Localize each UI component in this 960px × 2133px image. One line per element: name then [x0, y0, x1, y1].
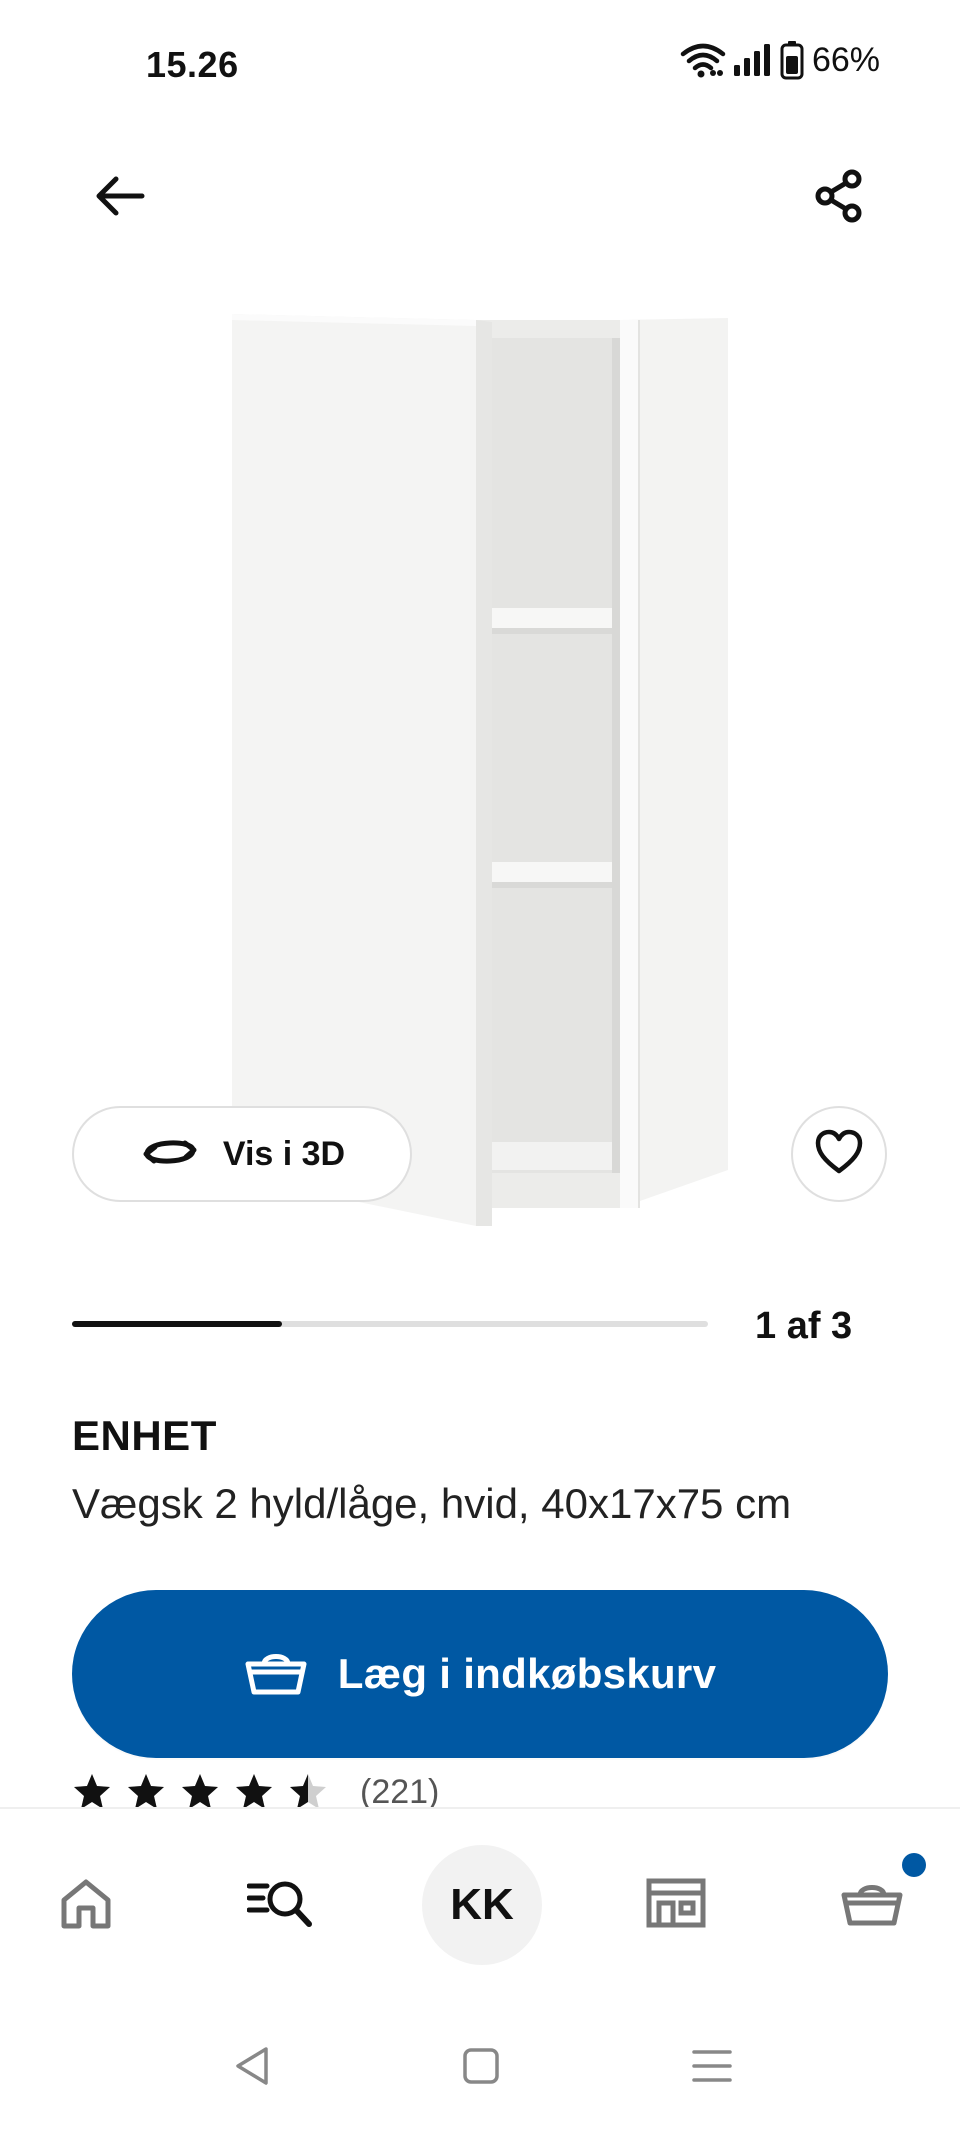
add-to-cart-button[interactable]: Læg i indkøbskurv	[72, 1590, 888, 1758]
rating-count: (221)	[360, 1772, 440, 1811]
cart-notification-badge	[902, 1853, 926, 1877]
system-navigation-bar	[0, 2000, 960, 2133]
product-description: Vægsk 2 hyld/låge, hvid, 40x17x75 cm	[72, 1480, 792, 1527]
nav-search[interactable]	[222, 1845, 342, 1965]
bottom-navigation: KK	[0, 1807, 960, 1997]
signal-icon	[732, 43, 774, 77]
battery-icon	[780, 40, 804, 80]
arrow-left-icon	[92, 172, 148, 225]
system-back-button[interactable]	[212, 2038, 292, 2098]
rotate-3d-icon	[139, 1132, 201, 1177]
wifi-icon	[680, 42, 726, 78]
star-icon	[128, 1774, 164, 1809]
nav-store[interactable]	[616, 1845, 736, 1965]
home-square-icon	[461, 2046, 501, 2091]
store-icon	[645, 1877, 707, 1934]
view-in-3d-label: Vis i 3D	[222, 1134, 346, 1173]
status-icons: 66%	[680, 40, 880, 80]
star-icon	[74, 1774, 110, 1809]
heart-icon	[814, 1129, 864, 1180]
status-bar: 15.26 66%	[0, 0, 960, 130]
system-recents-button[interactable]	[672, 2038, 752, 2098]
battery-percentage: 66%	[811, 40, 880, 79]
star-icon	[236, 1774, 272, 1809]
add-to-cart-label: Læg i indkøbskurv	[337, 1650, 717, 1697]
carousel-progress-fill	[72, 1321, 282, 1327]
basket-icon	[840, 1877, 904, 1934]
view-in-3d-button[interactable]: Vis i 3D	[72, 1106, 412, 1202]
status-time: 15.26	[146, 44, 239, 85]
share-icon	[812, 168, 868, 229]
system-home-button[interactable]	[441, 2038, 521, 2098]
search-list-icon	[246, 1876, 317, 1935]
back-button[interactable]	[72, 150, 168, 246]
nav-basket[interactable]	[812, 1845, 932, 1965]
nav-home[interactable]	[26, 1845, 146, 1965]
avatar-initials: KK	[450, 1880, 514, 1929]
recents-menu-icon	[692, 2046, 732, 2091]
share-button[interactable]	[792, 150, 888, 246]
star-icon	[290, 1774, 326, 1809]
basket-icon	[244, 1646, 308, 1703]
top-app-bar	[0, 150, 960, 250]
favorite-button[interactable]	[791, 1106, 887, 1202]
profile-avatar[interactable]: KK	[422, 1845, 542, 1965]
back-triangle-icon	[232, 2045, 272, 2092]
image-carousel-progress[interactable]	[72, 1321, 708, 1327]
product-rating[interactable]: (221)	[72, 1772, 439, 1812]
image-counter: 1 af 3	[755, 1305, 853, 1347]
home-icon	[58, 1876, 114, 1935]
rating-stars	[72, 1772, 328, 1812]
product-name[interactable]: ENHET	[72, 1412, 217, 1460]
star-icon	[182, 1774, 218, 1809]
